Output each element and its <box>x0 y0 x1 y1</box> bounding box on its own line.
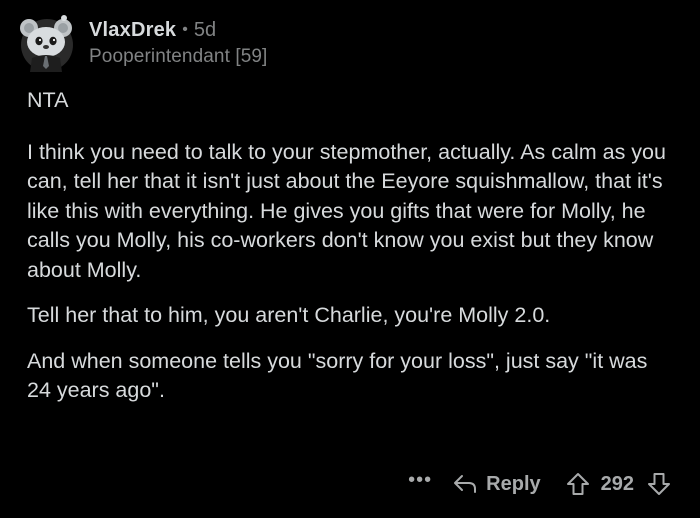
comment-paragraph: And when someone tells you "sorry for yo… <box>27 348 648 403</box>
comment-body: NTA I think you need to talk to your ste… <box>27 86 677 422</box>
snoo-avatar-icon <box>20 15 73 72</box>
comment-paragraph: NTA <box>27 88 69 112</box>
comment-actions: ••• Reply 292 <box>408 466 672 502</box>
user-flair: Pooperintendant [59] <box>89 46 268 67</box>
username[interactable]: VlaxDrek <box>89 17 176 43</box>
comment-meta: VlaxDrek • 5d Pooperintendant [59] <box>89 17 267 69</box>
comment-paragraph: Tell her that to him, you aren't Charlie… <box>27 303 551 327</box>
vote-controls: 292 <box>565 471 672 497</box>
vote-score: 292 <box>600 472 634 495</box>
comment: VlaxDrek • 5d Pooperintendant [59] NTA I… <box>0 0 700 518</box>
downvote-arrow-icon[interactable] <box>646 471 672 497</box>
comment-header: VlaxDrek • 5d Pooperintendant [59] <box>18 10 267 76</box>
upvote-arrow-icon[interactable] <box>565 471 591 497</box>
meta-line: VlaxDrek • 5d <box>89 17 267 43</box>
comment-age: 5d <box>193 19 217 41</box>
reply-label: Reply <box>486 472 541 495</box>
meta-separator: • <box>182 21 188 38</box>
comment-paragraph: I think you need to talk to your stepmot… <box>27 139 666 282</box>
more-options-icon[interactable]: ••• <box>408 469 432 492</box>
reply-button[interactable]: Reply <box>452 472 541 496</box>
reply-arrow-icon <box>454 475 477 493</box>
user-avatar[interactable] <box>18 14 76 72</box>
